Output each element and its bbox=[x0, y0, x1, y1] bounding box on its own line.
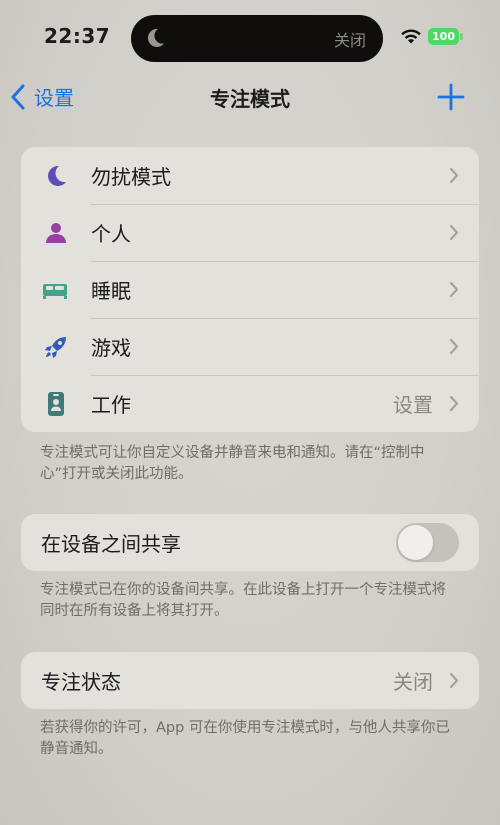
moon-icon bbox=[147, 28, 164, 47]
focus-mode-label: 个人 bbox=[91, 222, 131, 246]
focus-mode-personal[interactable]: 个人 bbox=[21, 204, 479, 261]
dynamic-island[interactable]: 关闭 bbox=[131, 15, 383, 62]
focus-status-footnote: 若获得你的许可，App 可在你使用专注模式时，与他人共享你已静音通知。 bbox=[40, 720, 450, 757]
bed-icon bbox=[43, 284, 67, 299]
focus-modes-footnote: 专注模式可让你自定义设备并静音来电和通知。请在“控制中心”打开或关闭此功能。 bbox=[40, 445, 425, 482]
focus-mode-work[interactable]: 工作 设置 bbox=[21, 375, 479, 432]
navigation-bar: 设置 专注模式 bbox=[0, 78, 500, 118]
moon-icon bbox=[48, 165, 66, 186]
page-title: 专注模式 bbox=[210, 87, 290, 111]
toggle-knob bbox=[398, 525, 433, 560]
status-bar: 22:37 关闭 100 bbox=[0, 0, 500, 72]
share-toggle[interactable] bbox=[396, 523, 459, 562]
focus-mode-label: 勿扰模式 bbox=[91, 165, 171, 189]
focus-mode-do-not-disturb[interactable]: 勿扰模式 bbox=[21, 147, 479, 204]
battery-indicator: 100 bbox=[428, 28, 459, 45]
battery-cap bbox=[460, 33, 463, 40]
chevron-right-icon bbox=[449, 672, 459, 689]
person-icon bbox=[46, 223, 66, 243]
share-label: 在设备之间共享 bbox=[41, 532, 181, 556]
add-icon[interactable] bbox=[436, 82, 466, 112]
focus-mode-label: 睡眠 bbox=[91, 279, 131, 303]
island-status-text: 关闭 bbox=[333, 31, 366, 50]
focus-status-label: 专注状态 bbox=[41, 670, 121, 694]
focus-modes-list: 勿扰模式 个人 睡眠 游戏 工作 设置 bbox=[21, 147, 479, 432]
status-time: 22:37 bbox=[44, 24, 111, 48]
chevron-right-icon bbox=[449, 224, 459, 241]
chevron-right-icon bbox=[449, 281, 459, 298]
chevron-right-icon bbox=[449, 395, 459, 412]
chevron-right-icon bbox=[449, 338, 459, 355]
focus-mode-gaming[interactable]: 游戏 bbox=[21, 318, 479, 375]
focus-mode-value: 设置 bbox=[393, 393, 433, 417]
focus-mode-label: 游戏 bbox=[91, 336, 131, 360]
focus-status-row[interactable]: 专注状态 关闭 bbox=[21, 652, 479, 709]
share-footnote: 专注模式已在你的设备间共享。在此设备上打开一个专注模式将同时在所有设备上将其打开… bbox=[40, 582, 446, 619]
focus-status-value: 关闭 bbox=[393, 670, 433, 694]
share-across-devices-row: 在设备之间共享 bbox=[21, 514, 479, 571]
rocket-icon bbox=[45, 337, 66, 358]
id-badge-icon bbox=[48, 392, 64, 416]
chevron-right-icon bbox=[449, 167, 459, 184]
focus-mode-label: 工作 bbox=[91, 393, 131, 417]
wifi-icon bbox=[401, 29, 421, 44]
battery-level: 100 bbox=[432, 30, 455, 43]
focus-mode-sleep[interactable]: 睡眠 bbox=[21, 261, 479, 318]
